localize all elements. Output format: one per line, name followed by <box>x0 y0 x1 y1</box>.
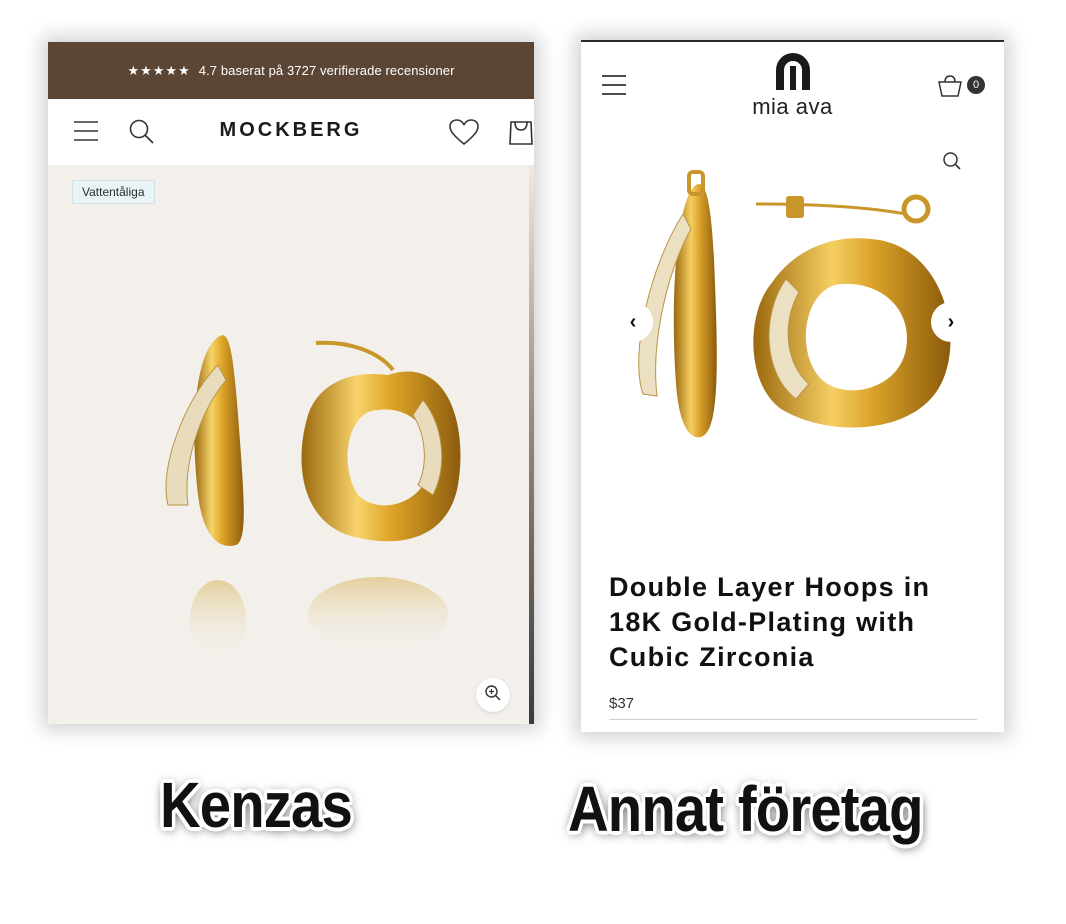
product-image-area: Vattentåliga <box>48 165 534 724</box>
next-image-peek <box>529 165 534 724</box>
brand-mark-icon[interactable] <box>773 52 813 95</box>
site-header: MOCKBERG <box>48 99 534 165</box>
zoom-icon <box>484 684 502 707</box>
promo-text: 4.7 baserat på 3727 verifierade recensio… <box>198 63 455 78</box>
cart-icon[interactable] <box>937 74 963 103</box>
prev-image-button[interactable]: ‹ <box>613 302 653 342</box>
promo-bar: ★★★★★ 4.7 baserat på 3727 verifierade re… <box>48 42 534 99</box>
chevron-left-icon: ‹ <box>629 310 637 333</box>
caption-right: Annat företag <box>568 773 924 845</box>
miaava-screenshot: mia ava 0 ‹ › Double Layer Hoops in 18K … <box>581 40 1004 732</box>
bag-icon[interactable] <box>506 118 534 151</box>
product-title: Double Layer Hoops in 18K Gold-Plating w… <box>609 572 931 672</box>
zoom-button[interactable] <box>476 678 510 712</box>
cart-count-badge: 0 <box>967 76 985 94</box>
product-gallery: ‹ › <box>581 134 1004 554</box>
right-earring-hook <box>315 340 395 372</box>
product-price: $37 <box>609 695 635 712</box>
earrings-image <box>638 170 951 438</box>
caption-left: Kenzas <box>160 769 353 841</box>
site-header: mia ava 0 <box>581 42 1004 170</box>
divider <box>609 719 977 720</box>
heart-icon[interactable] <box>448 118 480 151</box>
next-image-button[interactable]: › <box>931 302 971 342</box>
rating-stars: ★★★★★ <box>127 62 191 78</box>
chevron-right-icon: › <box>947 310 955 333</box>
right-earring-hook <box>755 202 907 216</box>
earrings-image <box>165 335 461 660</box>
mockberg-screenshot: ★★★★★ 4.7 baserat på 3727 verifierade re… <box>48 42 534 724</box>
